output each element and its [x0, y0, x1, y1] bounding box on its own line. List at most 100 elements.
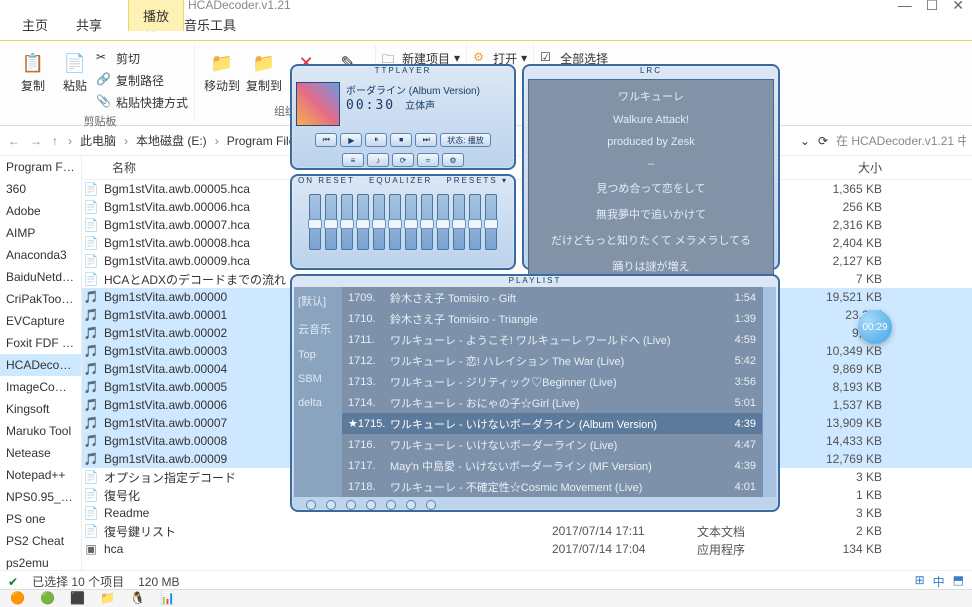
nav-item[interactable]: NPS0.95_PC_C [0, 486, 81, 508]
p-btn-3[interactable]: ⟳ [392, 153, 414, 167]
paste-button[interactable]: 📄粘贴 [54, 47, 96, 113]
window-close[interactable]: ✕ [952, 0, 964, 14]
pl-footbtn[interactable] [386, 500, 396, 510]
nav-forward[interactable]: → [28, 134, 44, 148]
playlist-row[interactable]: 1710.鈴木さえ子 Tomisiro - Triangle1:39 [342, 308, 762, 329]
playlist-group[interactable]: [默认] [298, 293, 338, 309]
playlist-row[interactable]: 1711.ワルキューレ - ようこそ! ワルキューレ ワールドへ (Live)4… [342, 329, 762, 350]
search-input[interactable]: 在 HCADecoder.v1.21 中 [836, 132, 966, 149]
pl-footbtn[interactable] [326, 500, 336, 510]
playlist-row[interactable]: ★1715.ワルキューレ - いけないボーダライン (Album Version… [342, 413, 762, 434]
taskbar-app-6[interactable]: 📊 [160, 591, 176, 607]
eq-slider[interactable] [389, 194, 401, 250]
eq-slider[interactable] [357, 194, 369, 250]
stop-button[interactable]: ⏹ [390, 133, 412, 147]
lrc-titlebar[interactable]: LRC [524, 66, 778, 75]
eq-slider[interactable] [325, 194, 337, 250]
playlist-row[interactable]: 1714.ワルキューレ - おにゃの子☆Girl (Live)5:01 [342, 392, 762, 413]
nav-up[interactable]: ↑ [50, 134, 60, 148]
p-btn-1[interactable]: ≡ [342, 153, 364, 167]
nav-item[interactable]: Maruko Tool [0, 420, 81, 442]
taskbar-app-3[interactable]: ⬛ [70, 591, 86, 607]
p-btn-4[interactable]: ≈ [417, 153, 439, 167]
play-button[interactable]: ▶ [340, 133, 362, 147]
player-titlebar[interactable]: TTPLAYER [292, 66, 514, 78]
playlist-row[interactable]: 1717.May'n 中島愛 - いけないボーダーライン (MF Version… [342, 455, 762, 476]
taskbar-app-4[interactable]: 📁 [100, 591, 116, 607]
chevron-down-icon[interactable]: ⌄ [800, 134, 810, 148]
playlist-group[interactable]: delta [298, 397, 338, 409]
p-btn-2[interactable]: ♪ [367, 153, 389, 167]
cut-button[interactable]: ✂剪切 [96, 47, 188, 69]
tab-home[interactable]: 主页 [8, 9, 62, 40]
moveto-button[interactable]: 📁移动到 [201, 47, 243, 96]
view-details-icon[interactable]: ⊞ [915, 573, 925, 590]
file-row[interactable]: 📄 復号鍵リスト 2017/07/14 17:11 文本文档 2 KB [82, 522, 972, 540]
nav-item[interactable]: PS2 Cheat [0, 530, 81, 552]
eq-on-reset[interactable]: ON RESET [298, 176, 355, 188]
eq-slider[interactable] [373, 194, 385, 250]
playlist-row[interactable]: 1712.ワルキューレ - 恋! ハレイション The War (Live)5:… [342, 350, 762, 371]
eq-presets[interactable]: PRESETS ▾ [446, 176, 508, 188]
ttplayer-window[interactable]: TTPLAYER ボーダライン (Album Version) 00:30 立体… [290, 60, 785, 512]
col-size[interactable]: 大小 [812, 159, 892, 176]
prev-button[interactable]: ⏮ [315, 133, 337, 147]
playlist-row[interactable]: 1718.ワルキューレ - 不確定性☆Cosmic Movement (Live… [342, 476, 762, 497]
eq-slider[interactable] [405, 194, 417, 250]
refresh-button[interactable]: ⟳ [818, 134, 828, 148]
eq-slider[interactable] [421, 194, 433, 250]
nav-item[interactable]: Kingsoft [0, 398, 81, 420]
playlist-row[interactable]: 1709.鈴木さえ子 Tomisiro - Gift1:54 [342, 287, 762, 308]
window-minimize[interactable]: — [898, 0, 912, 14]
nav-item[interactable]: Foxit FDF Rea [0, 332, 81, 354]
nav-item[interactable]: Netease [0, 442, 81, 464]
copy-button[interactable]: 📋复制 [12, 47, 54, 113]
pasteshortcut-button[interactable]: 📎粘贴快捷方式 [96, 91, 188, 113]
tab-share[interactable]: 共享 [62, 9, 116, 40]
nav-item[interactable]: Notepad++ [0, 464, 81, 486]
nav-item[interactable]: EVCapture [0, 310, 81, 332]
taskbar-app-2[interactable]: 🟢 [40, 591, 56, 607]
nav-item[interactable]: HCADecoder. [0, 354, 81, 376]
window-maximize[interactable]: ☐ [926, 0, 939, 14]
file-row[interactable]: ▣ hca 2017/07/14 17:04 应用程序 134 KB [82, 540, 972, 558]
nav-item[interactable]: CriPakTools-m [0, 288, 81, 310]
crumb-drive[interactable]: 本地磁盘 (E:) [136, 132, 207, 149]
view-tiles-icon[interactable]: ⬒ [953, 573, 964, 590]
nav-item[interactable]: 360 [0, 178, 81, 200]
nav-back[interactable]: ← [6, 134, 22, 148]
nav-item[interactable]: PS one [0, 508, 81, 530]
eq-slider[interactable] [437, 194, 449, 250]
copypath-button[interactable]: 🔗复制路径 [96, 69, 188, 91]
taskbar-app-1[interactable]: 🟠 [10, 591, 26, 607]
playlist-titlebar[interactable]: PLAYLIST [292, 276, 778, 285]
nav-item[interactable]: AIMP [0, 222, 81, 244]
nav-item[interactable]: ImageCompa [0, 376, 81, 398]
eq-slider[interactable] [469, 194, 481, 250]
playlist-group[interactable]: SBM [298, 373, 338, 385]
pl-footbtn[interactable] [346, 500, 356, 510]
eq-slider[interactable] [485, 194, 497, 250]
taskbar-app-5[interactable]: 🐧 [130, 591, 146, 607]
nav-item[interactable]: Anaconda3 [0, 244, 81, 266]
pl-footbtn[interactable] [306, 500, 316, 510]
pl-footbtn[interactable] [406, 500, 416, 510]
nav-item[interactable]: BaiduNetdisk [0, 266, 81, 288]
crumb-thispc[interactable]: 此电脑 [80, 132, 116, 149]
nav-item[interactable]: Program Files ( ^ [0, 156, 81, 178]
eq-slider[interactable] [453, 194, 465, 250]
eq-slider[interactable] [341, 194, 353, 250]
time-bubble[interactable]: 00:29 [858, 310, 892, 344]
playlist-group[interactable]: Top [298, 349, 338, 361]
playlist-row[interactable]: 1713.ワルキューレ - ジリティック♡Beginner (Live)3:56 [342, 371, 762, 392]
playlist-group[interactable]: 云音乐 [298, 321, 338, 337]
tab-play[interactable]: 播放 [128, 0, 184, 31]
copyto-button[interactable]: 📁复制到 [243, 47, 285, 96]
eq-slider[interactable] [309, 194, 321, 250]
nav-item[interactable]: ps2emu [0, 552, 81, 570]
playlist-row[interactable]: 1716.ワルキューレ - いけないボーダーライン (Live)4:47 [342, 434, 762, 455]
next-button[interactable]: ⏭ [415, 133, 437, 147]
pause-button[interactable]: ⏸ [365, 133, 387, 147]
pl-footbtn[interactable] [426, 500, 436, 510]
ime-indicator[interactable]: 中 [933, 573, 945, 590]
